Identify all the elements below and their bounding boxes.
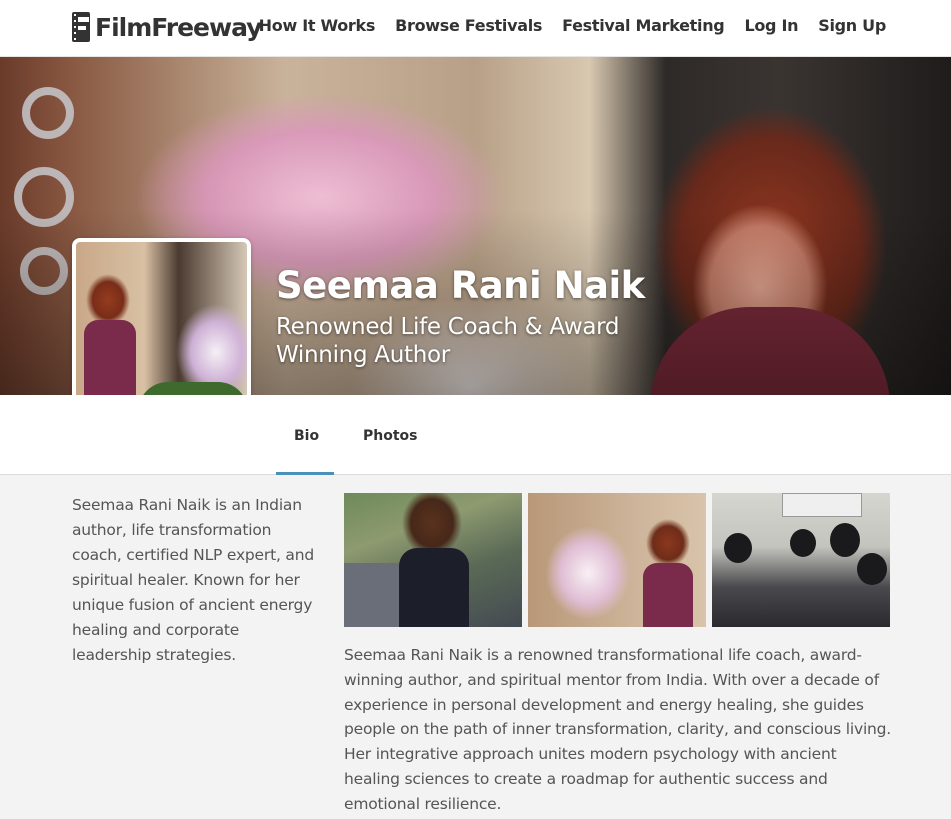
bio-photo-3[interactable] — [712, 493, 890, 627]
nav-log-in[interactable]: Log In — [744, 16, 798, 35]
main-nav: How It Works Browse Festivals Festival M… — [259, 16, 887, 35]
profile-tagline: Renowned Life Coach & Award Winning Auth… — [276, 314, 620, 368]
logo-text: FilmFreeway — [95, 12, 262, 42]
nav-how-it-works[interactable]: How It Works — [259, 16, 376, 35]
profile-tabs: Bio Photos — [0, 395, 951, 475]
profile-avatar[interactable] — [72, 238, 251, 417]
long-bio: Seemaa Rani Naik is a renowned transform… — [344, 646, 892, 813]
tab-bio[interactable]: Bio — [294, 428, 319, 444]
short-bio: Seemaa Rani Naik is an Indian author, li… — [72, 496, 314, 664]
profile-name: Seemaa Rani Naik — [276, 264, 645, 307]
nav-sign-up[interactable]: Sign Up — [818, 16, 886, 35]
tab-photos[interactable]: Photos — [363, 428, 418, 444]
filmfreeway-logo[interactable]: FilmFreeway — [71, 10, 262, 44]
site-header: FilmFreeway How It Works Browse Festival… — [0, 0, 951, 57]
bio-photo-1[interactable] — [344, 493, 522, 627]
nav-festival-marketing[interactable]: Festival Marketing — [562, 16, 725, 35]
logo-film-icon — [72, 12, 90, 42]
bio-photo-2[interactable] — [528, 493, 706, 627]
nav-browse-festivals[interactable]: Browse Festivals — [395, 16, 542, 35]
active-tab-indicator — [276, 472, 334, 475]
